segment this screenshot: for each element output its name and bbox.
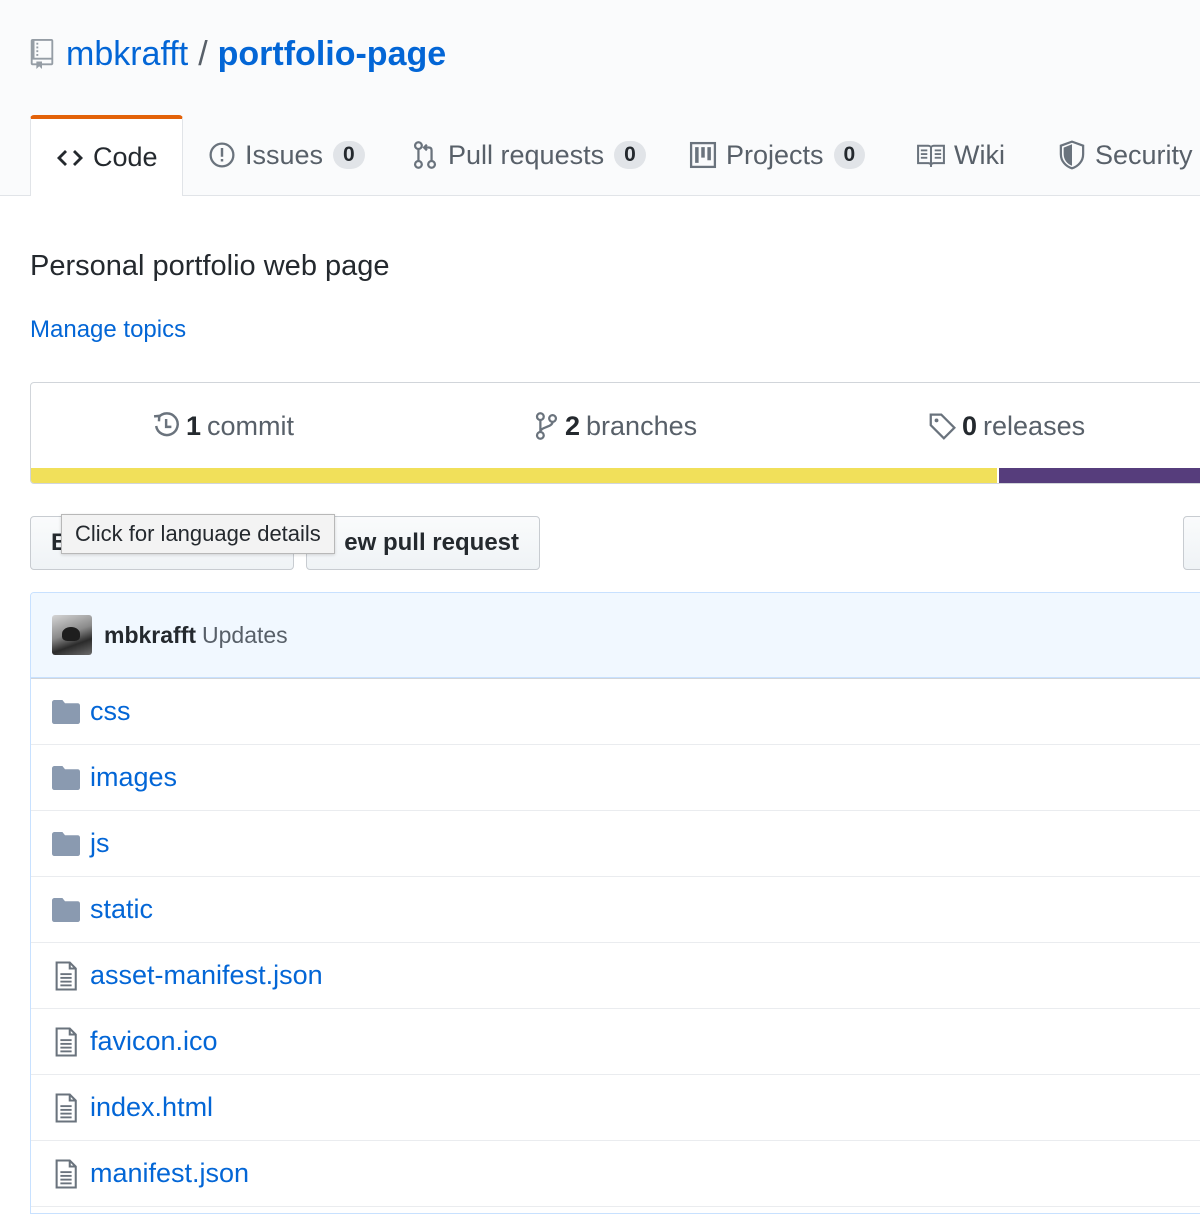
table-row: favicon.ico (31, 1009, 1200, 1075)
tag-icon (928, 411, 958, 441)
file-name-link[interactable]: favicon.ico (90, 1026, 218, 1057)
tab-label: Security (1095, 139, 1193, 170)
repo-description: Personal portfolio web page (30, 250, 390, 282)
repo-icon (30, 39, 54, 69)
repo-summary: 1 commit 2 branches 0 releases (30, 382, 1200, 484)
table-row: asset-manifest.json (31, 943, 1200, 1009)
tab-label: Code (93, 142, 158, 172)
folder-icon (51, 763, 81, 793)
new-pull-request-label: ew pull request (344, 529, 519, 556)
issues-count-badge: 0 (333, 141, 365, 169)
shield-icon (1057, 140, 1087, 170)
language-bar[interactable] (31, 468, 1200, 483)
folder-icon (51, 829, 81, 859)
file-rows: css images js static asset-manifest.json favi… (31, 678, 1200, 1207)
branch-count: 2 (565, 410, 581, 441)
file-name-link[interactable]: css (90, 696, 131, 727)
table-row: static (31, 877, 1200, 943)
file-icon (51, 1158, 81, 1189)
tab-pull-requests[interactable]: Pull requests 0 (410, 115, 646, 195)
history-icon (152, 411, 182, 441)
tab-projects[interactable]: Projects 0 (688, 115, 866, 195)
commit-message-link[interactable]: Updates (202, 622, 288, 649)
book-icon (916, 140, 946, 170)
table-row: js (31, 811, 1200, 877)
file-name-link[interactable]: index.html (90, 1092, 213, 1123)
pull-request-icon (410, 140, 440, 170)
tab-wiki[interactable]: Wiki (916, 115, 1005, 195)
file-list: mbkrafft Updates css images js static asset-… (30, 592, 1200, 1214)
tab-code[interactable]: Code (30, 115, 183, 196)
file-icon (51, 1092, 81, 1123)
repo-name-link[interactable]: portfolio-page (218, 35, 447, 74)
pull-requests-count-badge: 0 (614, 141, 646, 169)
repo-nav-tabs: Code Issues 0 Pull requests 0 Projects 0… (30, 115, 1200, 196)
repo-separator: / (198, 34, 208, 73)
folder-icon (51, 697, 81, 727)
issue-icon (207, 140, 237, 170)
table-row: manifest.json (31, 1141, 1200, 1207)
commit-author-link[interactable]: mbkrafft (104, 622, 196, 649)
repo-title: mbkrafft / portfolio-page (30, 30, 446, 78)
project-icon (688, 140, 718, 170)
branch-icon (531, 411, 561, 441)
tab-label: Wiki (954, 139, 1005, 170)
release-count: 0 (962, 410, 978, 441)
repo-owner-link[interactable]: mbkrafft (66, 35, 188, 74)
folder-icon (51, 895, 81, 925)
file-name-link[interactable]: images (90, 762, 177, 793)
new-pull-request-button[interactable]: ew pull request (306, 516, 540, 570)
tab-label: Issues (245, 139, 324, 170)
tab-issues[interactable]: Issues 0 (207, 115, 365, 195)
language-tooltip: Click for language details (61, 514, 335, 554)
tab-label: Pull requests (448, 139, 605, 170)
table-row: images (31, 745, 1200, 811)
release-label: releases (983, 410, 1086, 441)
language-bar-segment[interactable] (31, 468, 997, 483)
file-icon (51, 960, 81, 991)
manage-topics-link[interactable]: Manage topics (30, 316, 186, 344)
file-name-link[interactable]: asset-manifest.json (90, 960, 323, 991)
language-bar-segment[interactable] (999, 468, 1200, 483)
branch-label: branches (586, 410, 698, 441)
branches-link[interactable]: 2 branches (531, 383, 697, 469)
releases-link[interactable]: 0 releases (928, 383, 1085, 469)
file-name-link[interactable]: static (90, 894, 153, 925)
latest-commit-bar: mbkrafft Updates (31, 593, 1200, 678)
file-name-link[interactable]: manifest.json (90, 1158, 249, 1189)
commits-link[interactable]: 1 commit (152, 383, 294, 469)
commit-label: commit (207, 410, 295, 441)
clone-download-button[interactable] (1183, 516, 1200, 570)
tab-security[interactable]: Security (1057, 115, 1193, 195)
code-icon (55, 143, 85, 173)
projects-count-badge: 0 (833, 141, 866, 169)
tab-label: Projects (726, 139, 824, 170)
table-row: index.html (31, 1075, 1200, 1141)
avatar[interactable] (52, 615, 92, 655)
file-name-link[interactable]: js (90, 828, 110, 859)
commit-count: 1 (186, 410, 202, 441)
table-row: css (31, 679, 1200, 745)
file-icon (51, 1026, 81, 1057)
